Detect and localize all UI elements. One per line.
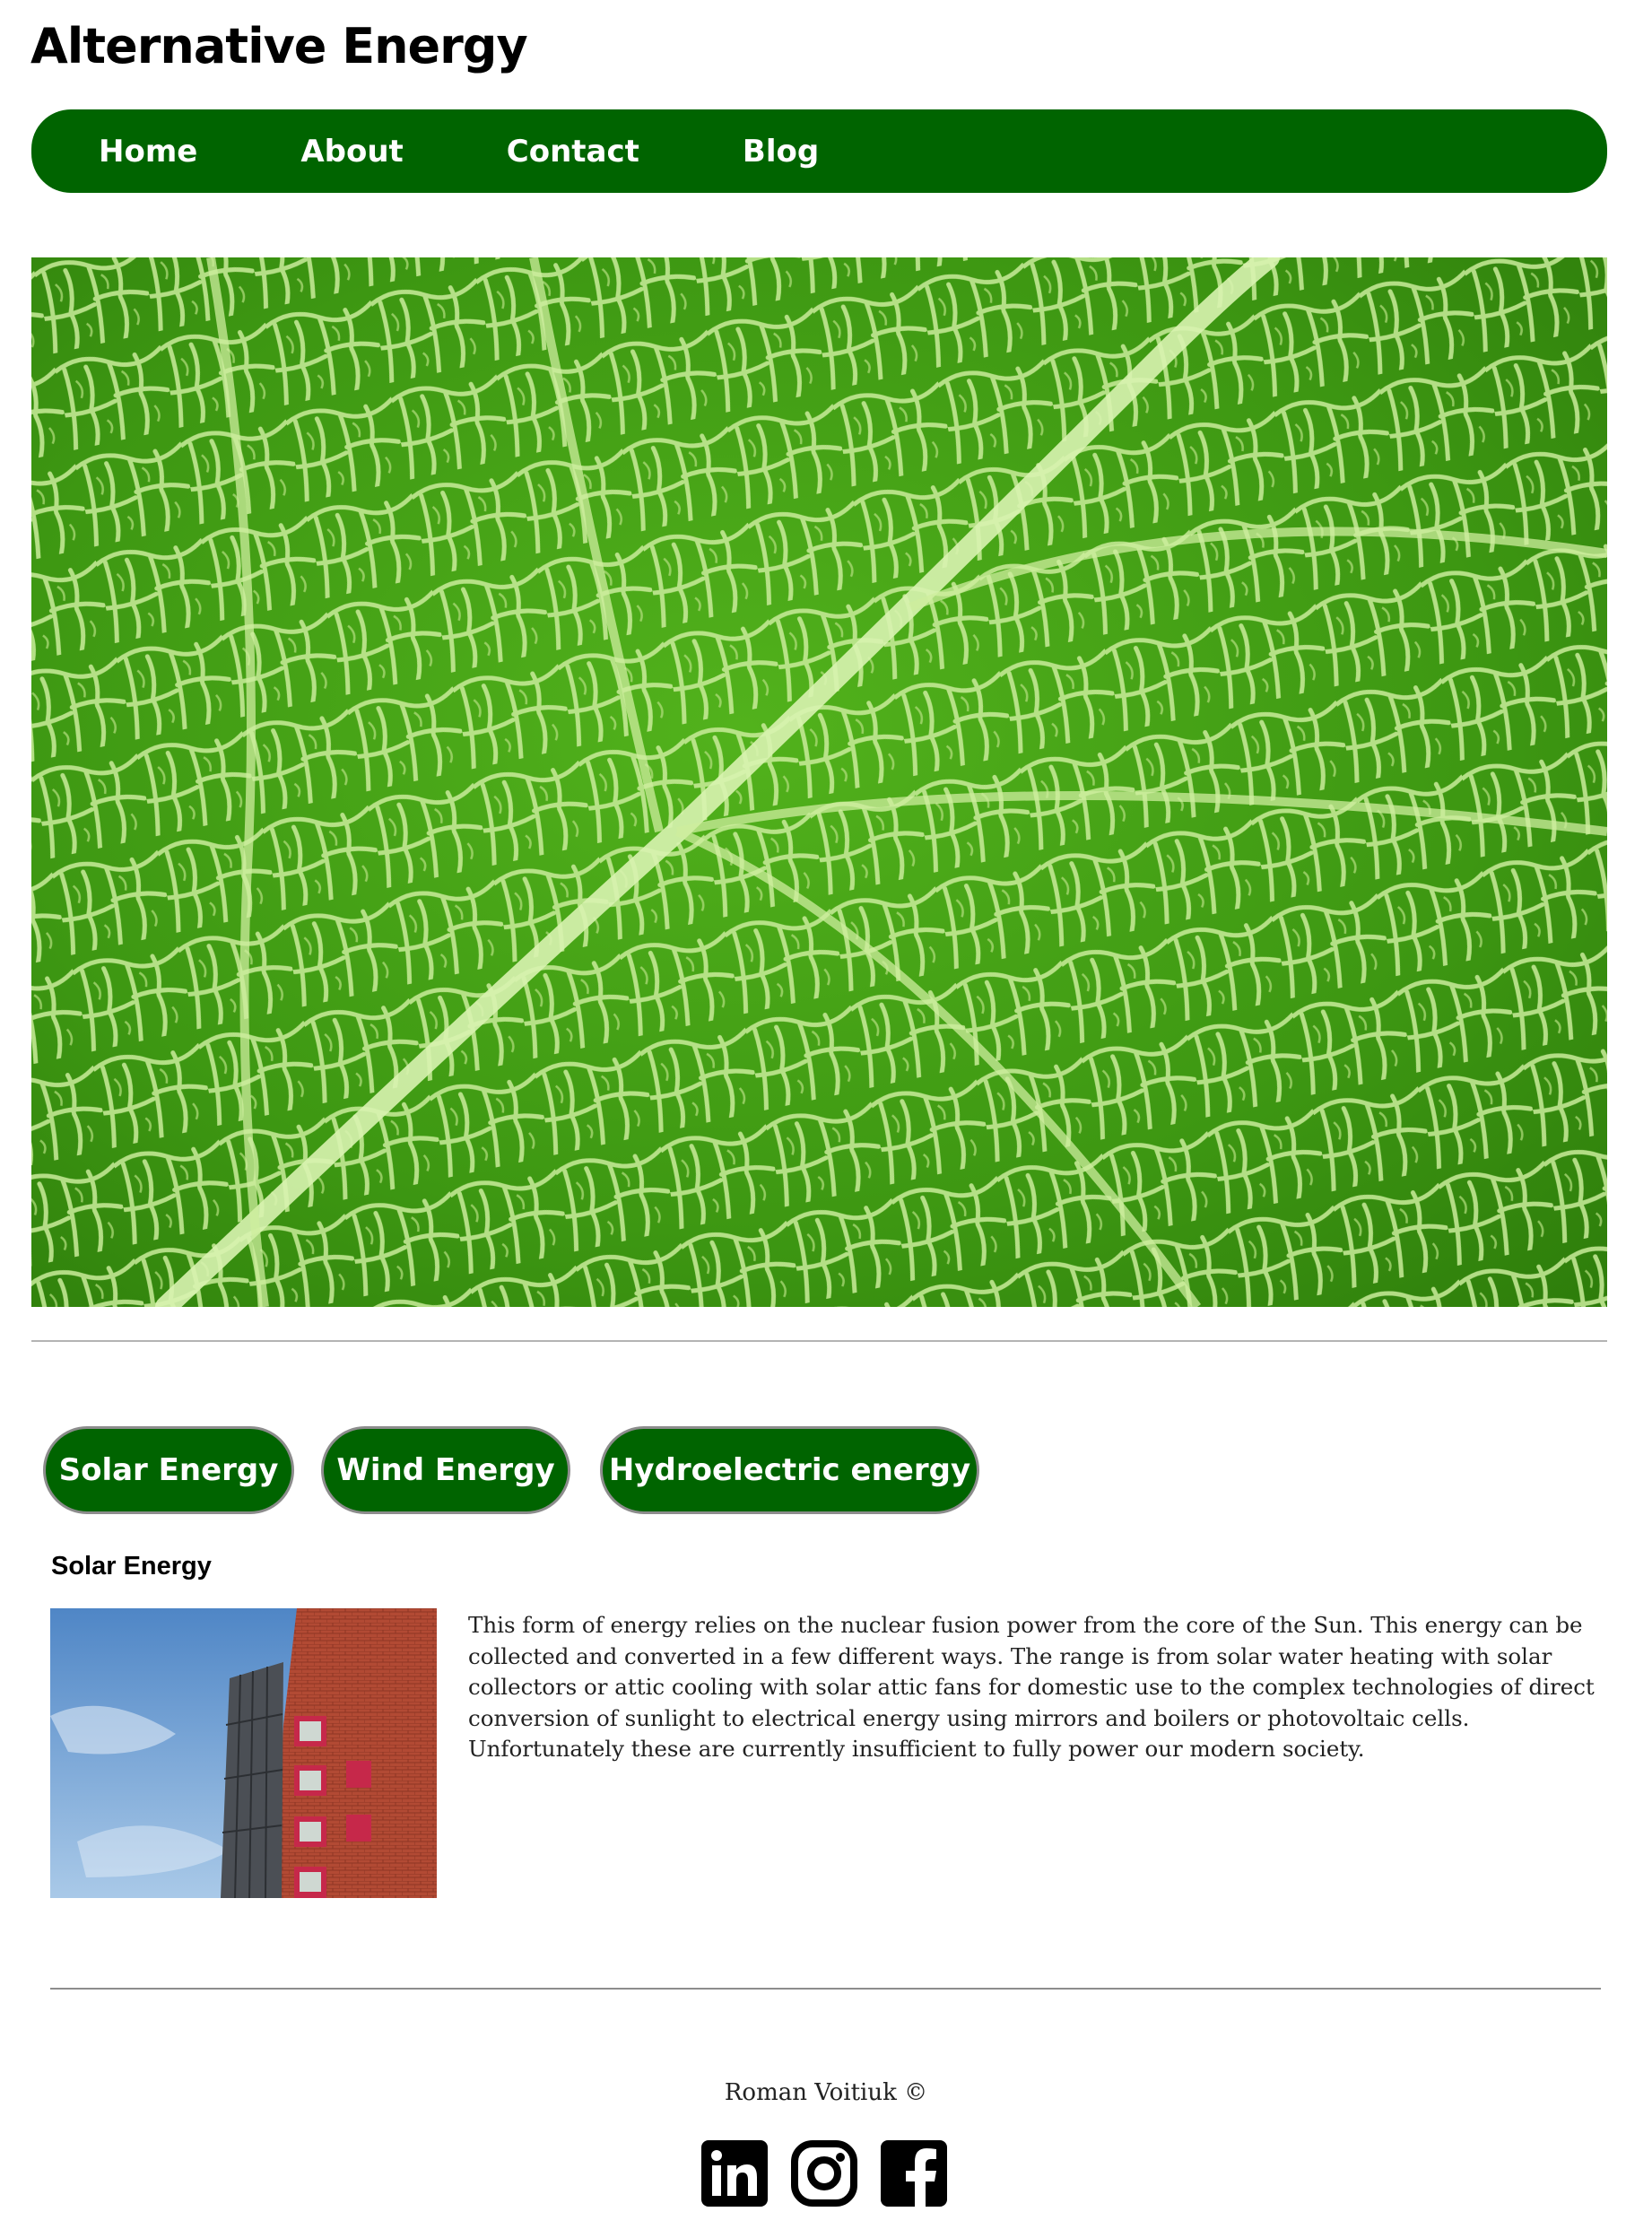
nav-about-link[interactable]: About xyxy=(300,134,403,170)
main-navbar: Home About Contact Blog xyxy=(31,109,1607,193)
linkedin-icon[interactable] xyxy=(700,2138,769,2208)
tab-wind-energy[interactable]: Wind Energy xyxy=(321,1426,570,1514)
social-links xyxy=(700,2138,949,2209)
site-title: Alternative Energy xyxy=(30,18,528,74)
nav-contact-link[interactable]: Contact xyxy=(507,134,639,170)
hero-leaf-image xyxy=(31,257,1607,1307)
nav-home-link[interactable]: Home xyxy=(99,134,197,170)
section-heading: Solar Energy xyxy=(51,1552,212,1581)
footer-credit: Roman Voitiuk © xyxy=(724,2079,928,2106)
footer-divider xyxy=(50,1988,1601,1990)
tab-hydroelectric-energy[interactable]: Hydroelectric energy xyxy=(600,1426,979,1514)
facebook-icon[interactable] xyxy=(879,2138,949,2208)
section-description: This form of energy relies on the nuclea… xyxy=(468,1612,1595,1762)
tab-solar-energy[interactable]: Solar Energy xyxy=(43,1426,294,1514)
nav-blog-link[interactable]: Blog xyxy=(743,134,819,170)
instagram-icon[interactable] xyxy=(789,2138,859,2208)
section-divider xyxy=(31,1340,1607,1342)
solar-building-photo xyxy=(50,1608,437,1898)
